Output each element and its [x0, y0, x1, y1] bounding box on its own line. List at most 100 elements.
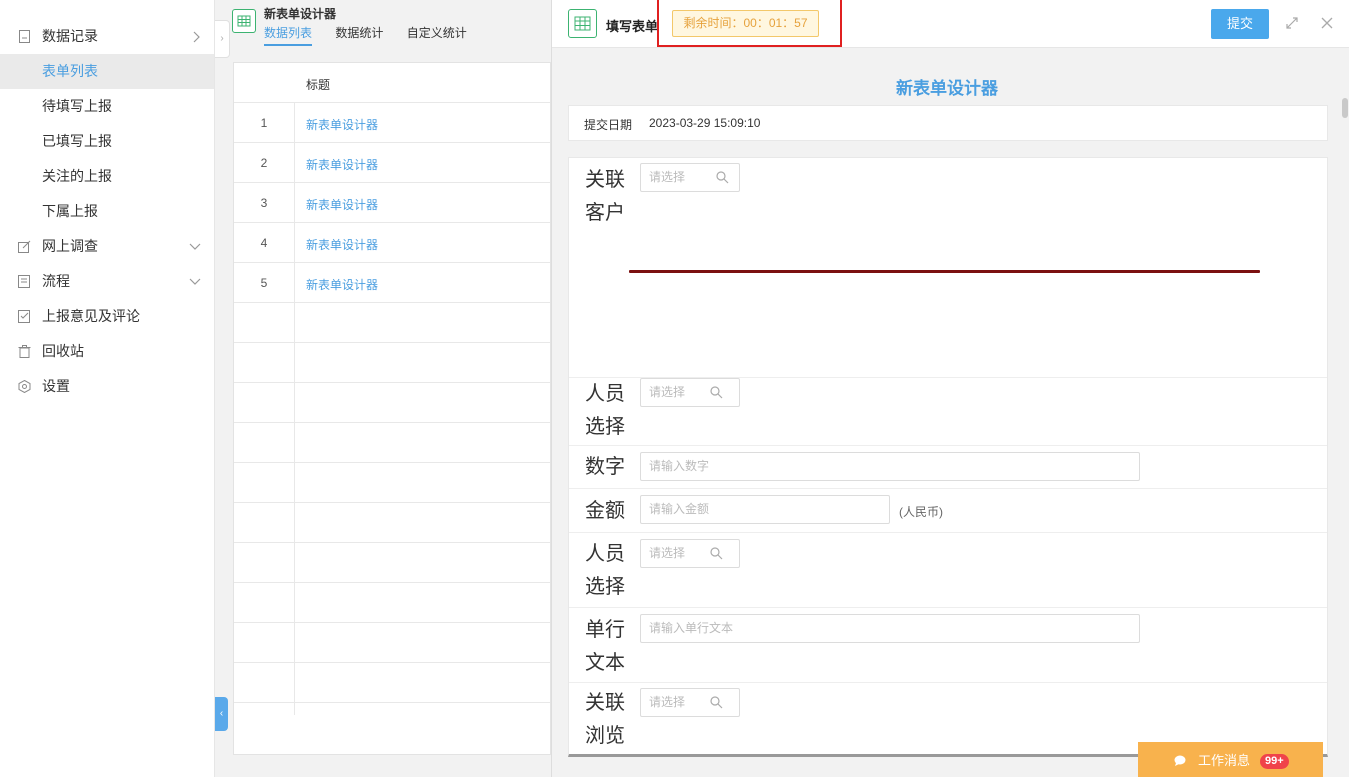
sidebar-item-form-list[interactable]: 表单列表: [0, 54, 214, 89]
field-label: 数字: [585, 456, 625, 478]
person-select[interactable]: 请选择: [640, 378, 740, 407]
sidebar-item-label: 设置: [42, 378, 70, 394]
sidebar-item-workflow[interactable]: 流程: [0, 264, 214, 299]
row-title-link[interactable]: 新表单设计器: [306, 276, 378, 293]
table-icon: [568, 9, 597, 38]
amount-input[interactable]: 请输入金额: [640, 495, 890, 524]
divider-line: [629, 270, 1260, 273]
sidebar-item-pending-reports[interactable]: 待填写上报: [0, 89, 214, 124]
scrollbar[interactable]: [1341, 48, 1349, 777]
fill-form-panel: 填写表单 剩余时间：00：01：57 提交 新表单设计器 提交日期 2023-0…: [551, 0, 1349, 777]
sidebar-item-label: 回收站: [42, 343, 84, 359]
sidebar-item-comments[interactable]: 上报意见及评论: [0, 299, 214, 334]
row-title-link[interactable]: 新表单设计器: [306, 156, 378, 173]
empty-row: [234, 383, 550, 423]
row-title-link[interactable]: 新表单设计器: [306, 236, 378, 253]
row-number: 3: [260, 196, 268, 210]
empty-row: [234, 623, 550, 663]
sidebar-item-label: 网上调查: [42, 238, 98, 254]
field-amount: 金额 请输入金额 (人民币): [569, 489, 1327, 533]
sidebar-item-label: 关注的上报: [42, 168, 112, 184]
select-placeholder: 请选择: [649, 385, 686, 399]
empty-row: [234, 503, 550, 543]
field-related-customer: 关联客户 请选择: [569, 158, 1327, 378]
text-input[interactable]: 请输入单行文本: [640, 614, 1140, 643]
search-icon: [710, 547, 723, 560]
row-number: 4: [260, 236, 268, 250]
field-label: 单行文本: [585, 619, 625, 674]
submit-date-value: 2023-03-29 15:09:10: [649, 116, 761, 130]
sidebar-collapse-toggle[interactable]: ›: [215, 20, 230, 58]
sidebar-item-online-survey[interactable]: 网上调查: [0, 229, 214, 264]
sidebar-item-settings[interactable]: 设置: [0, 369, 214, 404]
field-label: 人员选择: [585, 383, 625, 438]
sidebar-item-label: 待填写上报: [42, 98, 112, 114]
tab-data-list[interactable]: 数据列表: [264, 24, 313, 46]
tab-data-statistics[interactable]: 数据统计: [335, 24, 383, 44]
row-number: 1: [260, 116, 268, 130]
expand-icon[interactable]: [1284, 15, 1300, 31]
sidebar-item-label: 数据记录: [42, 28, 98, 44]
panel-collapse-toggle[interactable]: ‹: [215, 697, 228, 731]
field-person-select: 人员选择 请选择: [569, 378, 1327, 446]
row-number: 2: [260, 156, 268, 170]
chevron-right-icon: [193, 19, 201, 54]
submit-button[interactable]: 提交: [1211, 9, 1269, 39]
message-count-badge: 99+: [1260, 754, 1289, 769]
sidebar-item-data-records[interactable]: 数据记录: [0, 19, 214, 54]
currency-unit: (人民币): [899, 505, 943, 519]
sidebar-item-label: 表单列表: [42, 63, 98, 79]
input-placeholder: 请输入数字: [649, 459, 710, 473]
close-icon[interactable]: [1319, 15, 1335, 31]
form-body: 关联客户 请选择 人员选择 请选择 数字 请输入数字 金额 请输入金额 (人民币…: [568, 157, 1328, 757]
row-title-link[interactable]: 新表单设计器: [306, 116, 378, 133]
empty-row: [234, 463, 550, 503]
field-single-line-text: 单行文本 请输入单行文本: [569, 608, 1327, 683]
table-row[interactable]: 2 新表单设计器: [234, 143, 550, 183]
flow-icon: [18, 275, 30, 288]
field-person-select: 人员选择 请选择: [569, 533, 1327, 608]
table-row[interactable]: 3 新表单设计器: [234, 183, 550, 223]
sidebar-item-label: 流程: [42, 273, 70, 289]
field-label: 人员选择: [585, 543, 625, 598]
empty-row: [234, 423, 550, 463]
panel-title: 填写表单: [606, 19, 659, 34]
chevron-down-icon: [189, 264, 201, 299]
row-number: 5: [260, 276, 268, 290]
browse-select[interactable]: 请选择: [640, 688, 740, 717]
chat-bubble-icon: [1174, 755, 1186, 766]
panel-header: 填写表单 剩余时间：00：01：57 提交: [552, 0, 1349, 48]
scrollbar-thumb[interactable]: [1342, 98, 1348, 118]
search-icon: [716, 171, 729, 184]
sidebar-item-label: 上报意见及评论: [42, 308, 140, 324]
empty-row: [234, 663, 550, 703]
tab-custom-statistics[interactable]: 自定义统计: [407, 24, 467, 44]
table-row[interactable]: 1 新表单设计器: [234, 103, 550, 143]
work-messages-button[interactable]: 工作消息 99+: [1138, 742, 1323, 777]
search-icon: [710, 696, 723, 709]
empty-row: [234, 303, 550, 343]
comment-icon: [18, 310, 30, 323]
customer-select[interactable]: 请选择: [640, 163, 740, 192]
sidebar-item-followed-reports[interactable]: 关注的上报: [0, 159, 214, 194]
sidebar-item-filled-reports[interactable]: 已填写上报: [0, 124, 214, 159]
table-row[interactable]: 5 新表单设计器: [234, 263, 550, 303]
sidebar-item-label: 已填写上报: [42, 133, 112, 149]
field-label: 金额: [585, 500, 625, 522]
sidebar-item-recycle-bin[interactable]: 回收站: [0, 334, 214, 369]
select-placeholder: 请选择: [649, 170, 686, 184]
number-input[interactable]: 请输入数字: [640, 452, 1140, 481]
field-label: 关联客户: [585, 169, 625, 224]
sidebar-item-subordinate-reports[interactable]: 下属上报: [0, 194, 214, 229]
trash-icon: [18, 345, 31, 358]
table-icon: [232, 9, 256, 33]
empty-row: [234, 343, 550, 383]
middle-header: 新表单设计器 数据列表 数据统计 自定义统计: [230, 0, 550, 46]
person-select[interactable]: 请选择: [640, 539, 740, 568]
table-header: 标题: [234, 63, 550, 103]
form-name-title: 新表单设计器: [264, 7, 337, 21]
field-label: 关联浏览: [585, 692, 625, 747]
search-icon: [710, 386, 723, 399]
row-title-link[interactable]: 新表单设计器: [306, 196, 378, 213]
table-row[interactable]: 4 新表单设计器: [234, 223, 550, 263]
